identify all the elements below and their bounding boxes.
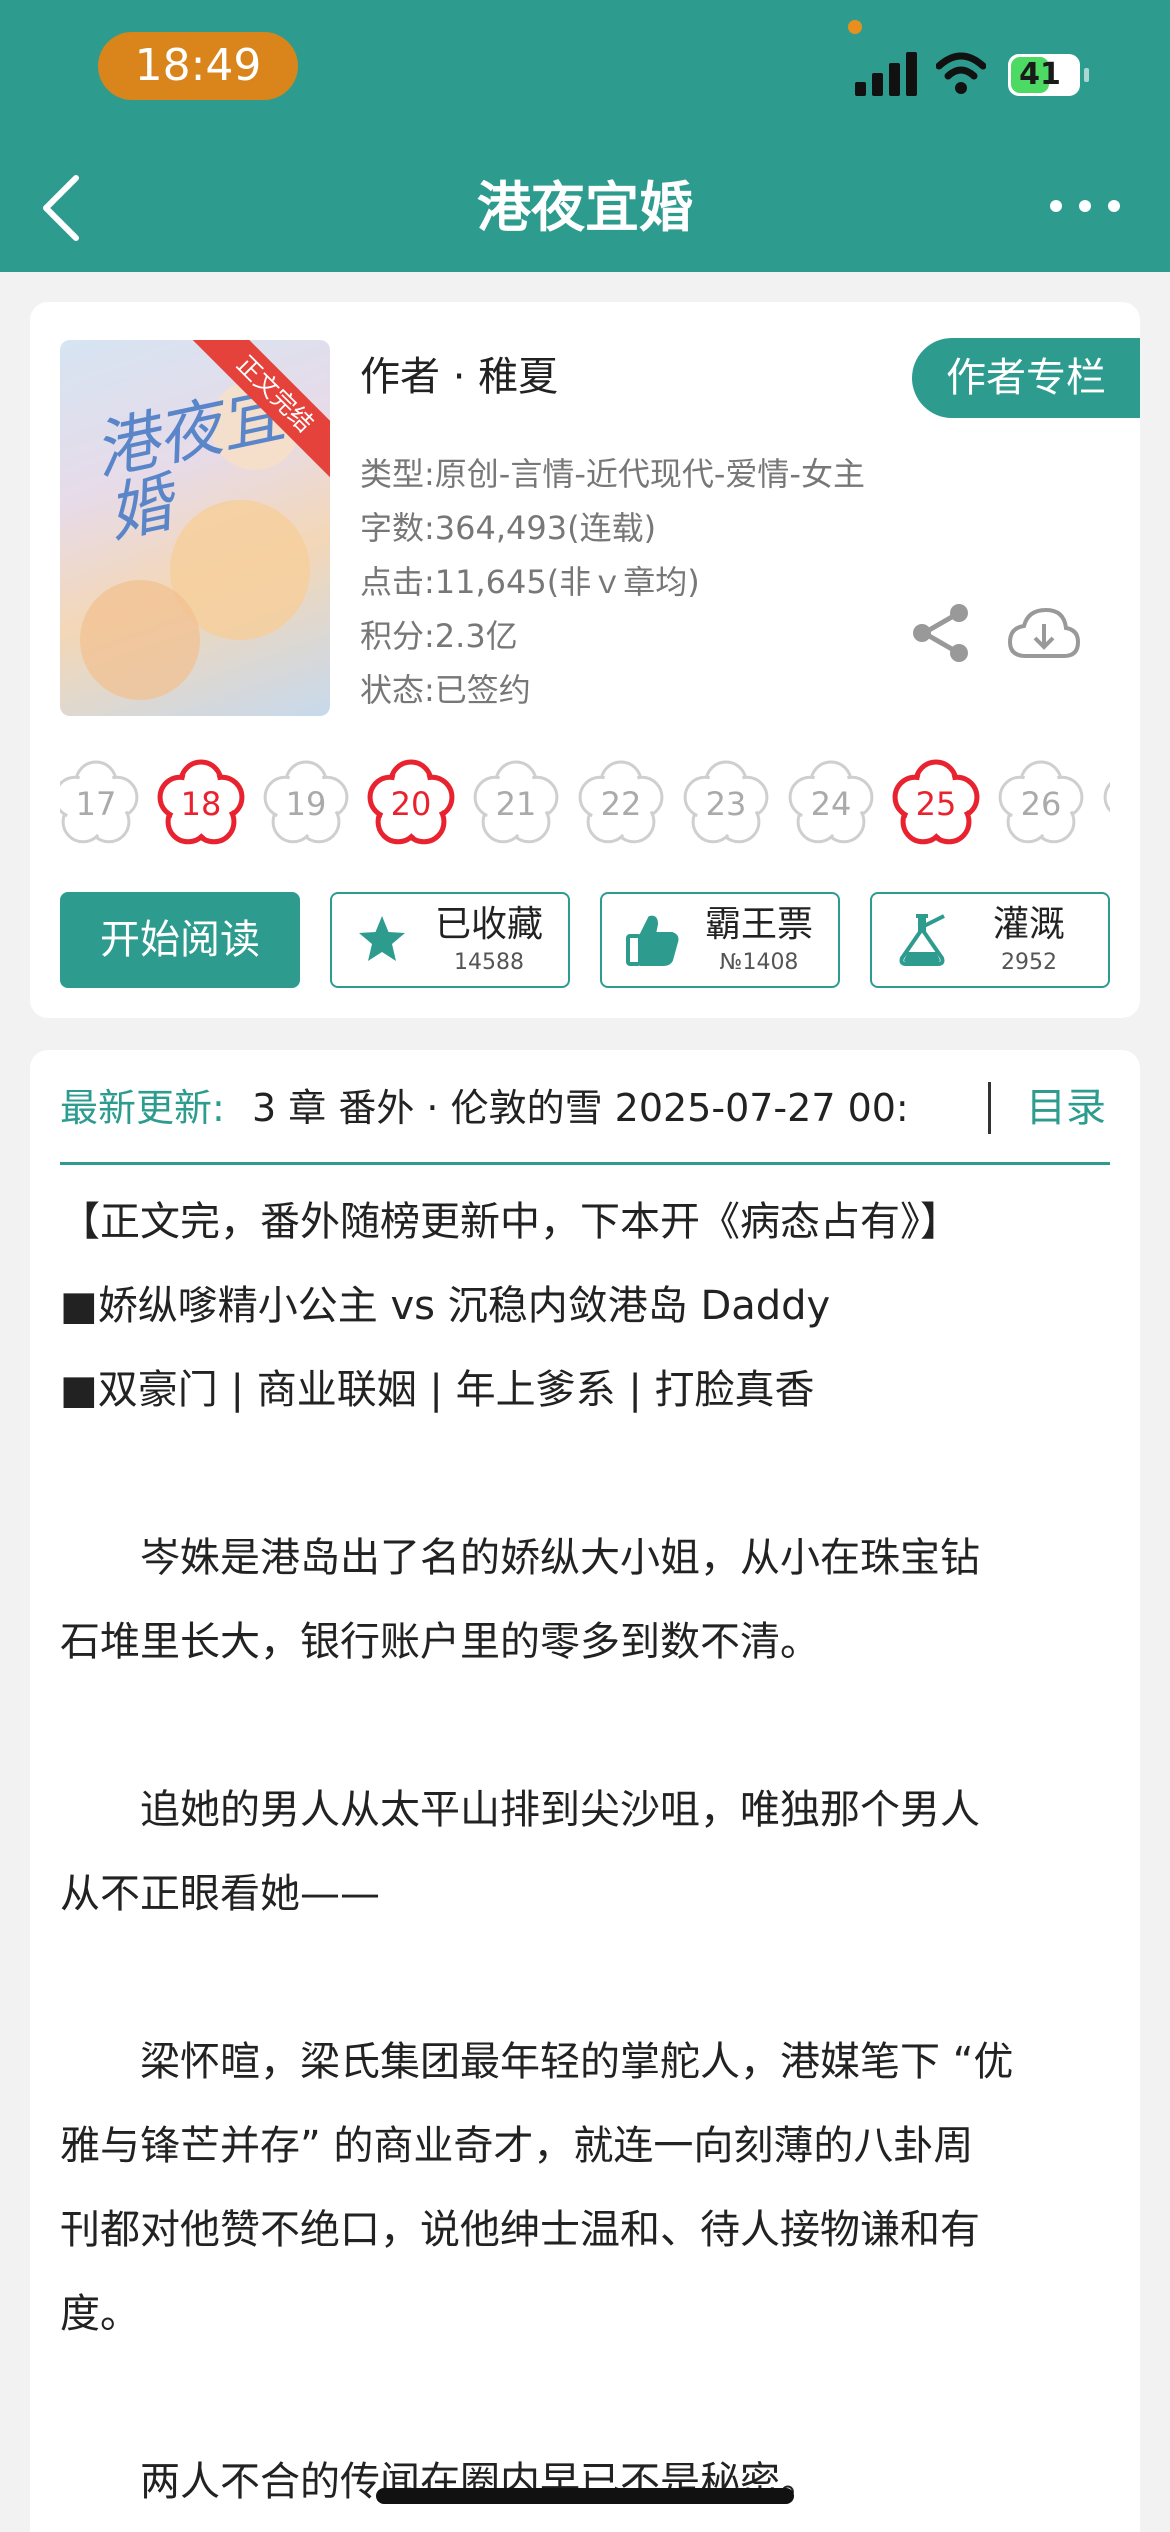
synopsis-line: 【正文完，番外随榜更新中，下本开《病态占有》】 — [60, 1199, 960, 1245]
collect-button[interactable]: 已收藏 14588 — [330, 892, 570, 988]
collect-label: 已收藏 — [434, 904, 543, 945]
synopsis-line: 雅与锋芒并存” 的商业奇才，就连一向刻薄的八卦周 — [60, 2123, 974, 2169]
synopsis-line: ■双豪门 | 商业联姻 | 年上爹系 | 打脸真香 — [60, 1367, 815, 1413]
flower-rating-21[interactable]: 21 — [468, 756, 564, 852]
latest-chapter-link[interactable]: 3 章 番外 · 伦敦的雪 2025-07-27 00: — [252, 1080, 962, 1136]
synopsis-line — [60, 1432, 1120, 1516]
flower-rating-strip: 17 18 19 20 21 22 23 24 25 26 — [60, 756, 1110, 852]
table-of-contents-button[interactable]: 目录 — [1026, 1080, 1106, 1136]
book-points: 积分:2.3亿 — [360, 617, 518, 655]
synopsis-line: ■娇纵嗲精小公主 vs 沉稳内敛港岛 Daddy — [60, 1283, 831, 1329]
app-header: 18:49 41 港夜宜婚 — [0, 0, 1170, 272]
book-clicks: 点击:11,645(非ｖ章均) — [360, 563, 700, 601]
synopsis-line — [60, 2356, 1120, 2440]
synopsis-line — [60, 1684, 1120, 1768]
synopsis-line: 岑姝是港岛出了名的娇纵大小姐，从小在珠宝钻 — [60, 1535, 980, 1581]
book-type: 类型:原创-言情-近代现代-爱情-女主 — [360, 455, 865, 493]
status-time: 18:49 — [98, 32, 298, 100]
flower-rating-22[interactable]: 22 — [573, 756, 669, 852]
battery-level: 41 — [1019, 57, 1061, 92]
home-indicator[interactable] — [376, 2488, 794, 2504]
flower-rating-partial — [1098, 756, 1110, 852]
book-word-count: 字数:364,493(连载) — [360, 509, 657, 547]
synopsis-line: 追她的男人从太平山排到尖沙咀，唯独那个男人 — [60, 1787, 980, 1833]
privacy-indicator-dot — [848, 20, 862, 34]
back-chevron-icon[interactable] — [36, 168, 86, 248]
synopsis-line: 两人不合的传闻在圈内早已不是秘密。 — [60, 2459, 820, 2505]
flower-rating-17[interactable]: 17 — [60, 756, 144, 852]
ticket-rank: №1408 — [719, 950, 799, 975]
flower-number: 26 — [1020, 785, 1062, 823]
start-reading-button[interactable]: 开始阅读 — [60, 892, 300, 988]
flower-number: 21 — [495, 785, 537, 823]
battery-icon: 41 — [1008, 54, 1089, 96]
flower-rating-20[interactable]: 20 — [363, 756, 459, 852]
more-options-icon[interactable] — [1050, 186, 1120, 226]
overlord-ticket-button[interactable]: 霸王票 №1408 — [600, 892, 840, 988]
cellular-signal-icon — [855, 52, 917, 96]
flower-rating-18[interactable]: 18 — [153, 756, 249, 852]
cloud-download-icon[interactable] — [1006, 604, 1082, 664]
synopsis-line: 度。 — [60, 2291, 140, 2337]
water-button[interactable]: 灌溉 2952 — [870, 892, 1110, 988]
wifi-icon — [936, 52, 986, 94]
flower-number: 19 — [285, 785, 327, 823]
book-info-card: 港夜宜婚 正文完结 作者 · 稚夏 作者专栏 类型:原创-言情-近代现代-爱情-… — [30, 302, 1140, 1018]
flask-icon — [899, 914, 945, 966]
flower-number: 17 — [75, 785, 117, 823]
latest-update-label: 最新更新: — [60, 1086, 225, 1130]
flower-rating-25[interactable]: 25 — [888, 756, 984, 852]
share-icon[interactable] — [910, 602, 972, 664]
book-status: 状态:已签约 — [360, 671, 531, 709]
divider — [988, 1082, 991, 1134]
book-synopsis: 【正文完，番外随榜更新中，下本开《病态占有》】 ■娇纵嗲精小公主 vs 沉稳内敛港… — [60, 1180, 1120, 2524]
water-count: 2952 — [1001, 950, 1057, 975]
water-label: 灌溉 — [992, 904, 1065, 945]
thumbs-up-icon — [626, 915, 679, 966]
book-cover[interactable]: 港夜宜婚 正文完结 — [60, 340, 330, 716]
author-column-button[interactable]: 作者专栏 — [912, 338, 1140, 418]
flower-number: 24 — [810, 785, 852, 823]
star-icon — [359, 916, 405, 961]
synopsis-line: 梁怀暄，梁氏集团最年轻的掌舵人，港媒笔下 “优 — [60, 2039, 1014, 2085]
collect-count: 14588 — [454, 950, 524, 975]
synopsis-line — [60, 1936, 1120, 2020]
flower-rating-26[interactable]: 26 — [993, 756, 1089, 852]
flower-number: 22 — [600, 785, 642, 823]
book-description-card: 最新更新: 3 章 番外 · 伦敦的雪 2025-07-27 00: 目录 【正… — [30, 1050, 1140, 2532]
flower-rating-19[interactable]: 19 — [258, 756, 354, 852]
synopsis-line: 刊都对他赞不绝口，说他绅士温和、待人接物谦和有 — [60, 2207, 980, 2253]
flower-rating-24[interactable]: 24 — [783, 756, 879, 852]
synopsis-line: 从不正眼看她—— — [60, 1871, 380, 1917]
synopsis-line: 石堆里长大，银行账户里的零多到数不清。 — [60, 1619, 820, 1665]
flower-number: 25 — [915, 785, 957, 823]
flower-number: 18 — [180, 785, 222, 823]
flower-rating-23[interactable]: 23 — [678, 756, 774, 852]
ticket-label: 霸王票 — [704, 904, 813, 945]
author-name[interactable]: 作者 · 稚夏 — [360, 350, 558, 404]
flower-number: 20 — [390, 785, 432, 823]
divider — [60, 1162, 1110, 1165]
flower-number: 23 — [705, 785, 747, 823]
page-title: 港夜宜婚 — [477, 176, 693, 239]
